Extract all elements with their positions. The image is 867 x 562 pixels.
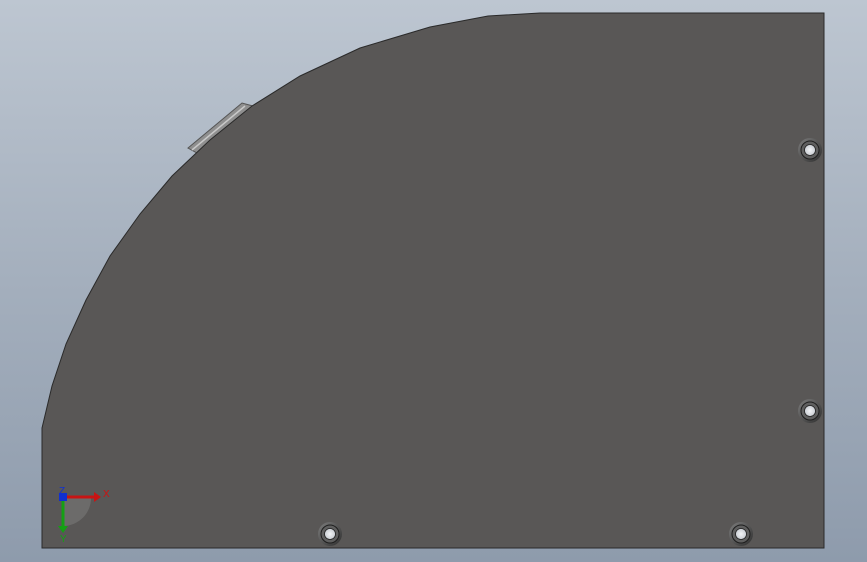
mounting-hole-right-upper[interactable] <box>798 138 822 162</box>
y-axis-label: Y <box>60 534 67 545</box>
mounting-hole-bottom-right[interactable] <box>729 522 753 546</box>
x-axis-label: X <box>103 489 110 500</box>
mounting-hole-bottom-left[interactable] <box>318 522 342 546</box>
z-axis-label: Z <box>59 486 65 497</box>
3d-graphics-viewport[interactable]: X Y Z <box>0 0 867 562</box>
model-canvas[interactable]: X Y Z <box>0 0 867 562</box>
mounting-hole-right-lower[interactable] <box>798 399 822 423</box>
